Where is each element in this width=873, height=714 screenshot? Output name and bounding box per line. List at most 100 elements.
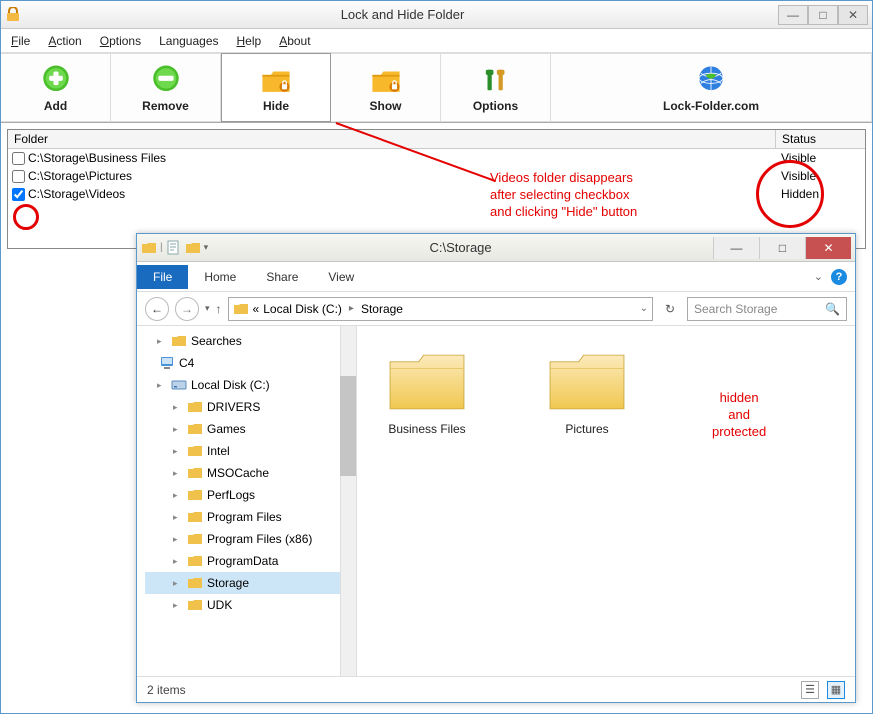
status-text: 2 items: [147, 683, 186, 697]
ribbon-view-tab[interactable]: View: [314, 265, 368, 289]
show-label: Show: [370, 99, 402, 113]
list-body: C:\Storage\Business Files Visible C:\Sto…: [8, 149, 865, 203]
tree-label: Local Disk (C:): [191, 378, 270, 392]
explorer-minimize-button[interactable]: —: [713, 237, 759, 259]
breadcrumb-seg[interactable]: Storage: [361, 302, 403, 316]
folder-icon: [233, 301, 249, 317]
tree-label: Program Files (x86): [207, 532, 312, 546]
content-panel[interactable]: Business Files Pictures: [357, 326, 855, 676]
folder-item[interactable]: Pictures: [527, 346, 647, 436]
tree-node[interactable]: ▸Storage: [145, 572, 356, 594]
row-status: Visible: [775, 151, 865, 165]
tree-node[interactable]: ▸MSOCache: [145, 462, 356, 484]
tree-node[interactable]: C4: [145, 352, 356, 374]
tree-node[interactable]: ▸DRIVERS: [145, 396, 356, 418]
tree-node[interactable]: ▸Local Disk (C:): [145, 374, 356, 396]
show-button[interactable]: Show: [331, 53, 441, 122]
app-icon: [5, 7, 21, 23]
tree-label: Storage: [207, 576, 249, 590]
add-button[interactable]: Add: [1, 53, 111, 122]
ribbon-expand-icon[interactable]: ⌄: [814, 270, 823, 283]
chevron-right-icon[interactable]: ▸: [346, 303, 357, 314]
row-checkbox[interactable]: [12, 152, 25, 165]
explorer-titlebar[interactable]: | ▾ C:\Storage — □ ✕: [137, 234, 855, 262]
refresh-button[interactable]: ↻: [659, 302, 681, 316]
minimize-button[interactable]: —: [778, 5, 808, 25]
navbar: ← → ▾ ↑ « Local Disk (C:) ▸ Storage ⌄ ↻ …: [137, 292, 855, 326]
remove-button[interactable]: Remove: [111, 53, 221, 122]
menu-about[interactable]: About: [279, 34, 310, 48]
tree-label: Intel: [207, 444, 230, 458]
history-drop-icon[interactable]: ▾: [205, 303, 210, 314]
close-button[interactable]: ✕: [838, 5, 868, 25]
menu-help[interactable]: Help: [237, 34, 262, 48]
options-label: Options: [473, 99, 518, 113]
list-row[interactable]: C:\Storage\Business Files Visible: [8, 149, 865, 167]
row-checkbox[interactable]: [12, 188, 25, 201]
statusbar: 2 items ☰ ▦: [137, 676, 855, 702]
menu-languages[interactable]: Languages: [159, 34, 218, 48]
search-icon: 🔍: [825, 302, 840, 316]
hide-button[interactable]: Hide: [221, 53, 331, 122]
breadcrumb-drop-icon[interactable]: ⌄: [640, 303, 648, 314]
breadcrumb-seg[interactable]: Local Disk (C:): [263, 302, 342, 316]
explorer-title: C:\Storage: [208, 240, 713, 255]
tree-label: Program Files: [207, 510, 282, 524]
tree-node[interactable]: ▸Program Files (x86): [145, 528, 356, 550]
new-folder-icon[interactable]: [185, 240, 201, 256]
menu-options[interactable]: Options: [100, 34, 141, 48]
website-button[interactable]: Lock-Folder.com: [551, 53, 872, 122]
explorer-maximize-button[interactable]: □: [759, 237, 805, 259]
list-row[interactable]: C:\Storage\Pictures Visible: [8, 167, 865, 185]
add-label: Add: [44, 99, 67, 113]
forward-button[interactable]: →: [175, 297, 199, 321]
folder-label: Business Files: [388, 422, 465, 436]
details-view-button[interactable]: ☰: [801, 681, 819, 699]
icons-view-button[interactable]: ▦: [827, 681, 845, 699]
menu-action[interactable]: Action: [48, 34, 81, 48]
properties-icon[interactable]: [166, 240, 182, 256]
tree-node[interactable]: ▸Searches: [145, 330, 356, 352]
tree-node[interactable]: ▸ProgramData: [145, 550, 356, 572]
tree-label: Searches: [191, 334, 242, 348]
col-status[interactable]: Status: [775, 130, 865, 148]
ribbon-share-tab[interactable]: Share: [252, 265, 312, 289]
remove-label: Remove: [142, 99, 189, 113]
back-button[interactable]: ←: [145, 297, 169, 321]
list-header: Folder Status: [8, 130, 865, 149]
menu-file[interactable]: File: [11, 34, 30, 48]
folder-label: Pictures: [565, 422, 608, 436]
list-row[interactable]: C:\Storage\Videos Hidden: [8, 185, 865, 203]
ribbon: File Home Share View ⌄ ?: [137, 262, 855, 292]
col-folder[interactable]: Folder: [8, 130, 775, 148]
tree-label: MSOCache: [207, 466, 269, 480]
row-status: Visible: [775, 169, 865, 183]
options-button[interactable]: Options: [441, 53, 551, 122]
row-path: C:\Storage\Pictures: [28, 169, 132, 183]
row-status: Hidden: [775, 187, 865, 201]
maximize-button[interactable]: □: [808, 5, 838, 25]
tree-node[interactable]: ▸PerfLogs: [145, 484, 356, 506]
breadcrumb[interactable]: « Local Disk (C:) ▸ Storage ⌄: [228, 297, 653, 321]
folder-list: Folder Status C:\Storage\Business Files …: [7, 129, 866, 249]
titlebar[interactable]: Lock and Hide Folder — □ ✕: [1, 1, 872, 29]
tree-node[interactable]: ▸Intel: [145, 440, 356, 462]
search-input[interactable]: Search Storage 🔍: [687, 297, 847, 321]
tree-label: C4: [179, 356, 194, 370]
tree-scroll-thumb[interactable]: [340, 376, 356, 476]
tree-node[interactable]: ▸Games: [145, 418, 356, 440]
ribbon-file-tab[interactable]: File: [137, 265, 188, 289]
up-button[interactable]: ↑: [216, 302, 222, 316]
window-title: Lock and Hide Folder: [27, 7, 778, 22]
breadcrumb-prefix[interactable]: «: [253, 302, 260, 316]
tree-node[interactable]: ▸UDK: [145, 594, 356, 616]
help-icon[interactable]: ?: [831, 269, 847, 285]
tree-node[interactable]: ▸Program Files: [145, 506, 356, 528]
hide-label: Hide: [263, 99, 289, 113]
folder-item[interactable]: Business Files: [367, 346, 487, 436]
explorer-close-button[interactable]: ✕: [805, 237, 851, 259]
row-checkbox[interactable]: [12, 170, 25, 183]
ribbon-home-tab[interactable]: Home: [190, 265, 250, 289]
toolbar: Add Remove Hide Show Options Lock-Folder…: [1, 53, 872, 123]
tree-panel[interactable]: ▸Searches C4 ▸Local Disk (C:)▸DRIVERS▸Game…: [137, 326, 357, 676]
